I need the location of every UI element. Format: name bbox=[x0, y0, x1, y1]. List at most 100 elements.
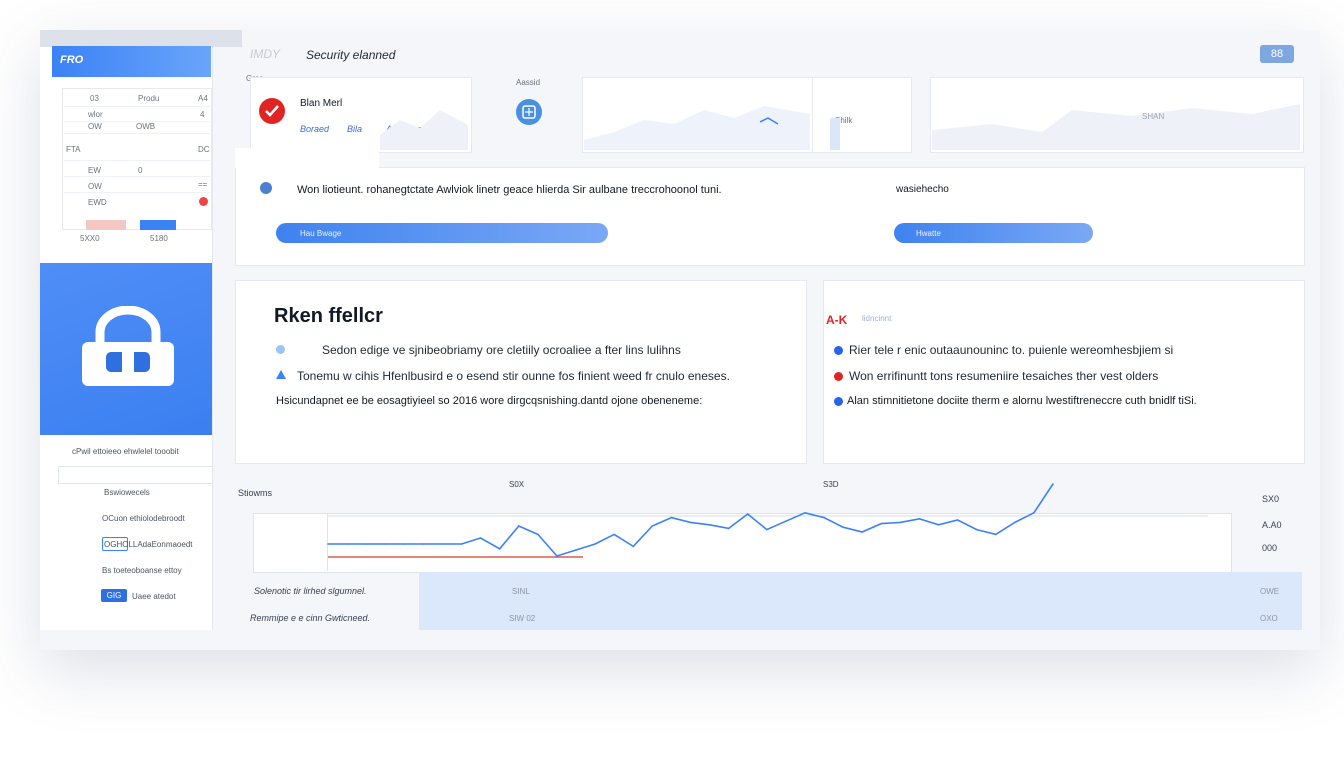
chart-point bbox=[937, 524, 940, 526]
shield-icon[interactable] bbox=[515, 98, 543, 126]
footer-row-mid: SIW 02 bbox=[509, 614, 536, 623]
table-cell: EWD bbox=[88, 198, 107, 207]
chart-point bbox=[651, 525, 654, 527]
sidebar-table bbox=[62, 88, 212, 230]
chart-point bbox=[1014, 521, 1016, 524]
alert-sub: Boraed bbox=[300, 124, 330, 134]
table-cell: OWB bbox=[136, 122, 156, 131]
chart-point bbox=[918, 518, 921, 520]
sidebar-table-header-3: A4 bbox=[198, 94, 208, 103]
secondary-action-button[interactable]: Hwatte bbox=[894, 223, 1093, 243]
table-row-divider bbox=[62, 133, 210, 134]
banner-tab[interactable] bbox=[235, 148, 379, 168]
chart-point bbox=[727, 527, 730, 530]
table-cell: OW bbox=[88, 182, 102, 191]
trend-label: SHAN bbox=[1142, 112, 1165, 121]
sidebar-table-header-1: 03 bbox=[90, 94, 99, 103]
sidebar-item[interactable]: Uaee atedot bbox=[132, 592, 176, 601]
chart-point bbox=[365, 543, 367, 545]
chart-point bbox=[956, 519, 959, 521]
footer-band bbox=[419, 572, 1302, 630]
table-cell: FTA bbox=[66, 145, 81, 154]
chart-point bbox=[498, 548, 501, 550]
table-cell: EW bbox=[88, 166, 101, 175]
sidebar-item[interactable]: Bs toeteoboanse ettoy bbox=[102, 566, 182, 575]
y-axis-label: SX0 bbox=[1262, 494, 1280, 504]
status-dot-red bbox=[199, 197, 208, 206]
sidebar-item[interactable]: OCuon ethiolodebroodt bbox=[102, 514, 185, 523]
info-icon bbox=[260, 182, 272, 194]
metric-bar bbox=[830, 118, 840, 150]
chart-point bbox=[441, 543, 444, 545]
findings-badge: A-K bbox=[826, 313, 848, 327]
header-faint-title: IMDY bbox=[250, 47, 280, 61]
chart-point bbox=[995, 533, 997, 536]
table-row-divider bbox=[62, 106, 210, 107]
center-label: Aassid bbox=[516, 78, 541, 87]
chart-point bbox=[880, 522, 883, 525]
table-cell: wlor bbox=[88, 110, 103, 119]
lock-icon bbox=[82, 306, 174, 386]
sidebar-item[interactable]: Bswiowecels bbox=[104, 488, 150, 497]
chart-point bbox=[403, 543, 406, 545]
alert-icon bbox=[259, 98, 285, 124]
list-item: Sedon edige ve sjnibeobriamy ore cletiil… bbox=[322, 343, 681, 357]
status-dot-blue bbox=[834, 397, 843, 406]
sidebar-item[interactable]: OGHOLLAdaEonmaoedt bbox=[104, 540, 193, 549]
footer-row-label: Solenotic tir lirhed slgumnel. bbox=[254, 586, 367, 596]
list-item: Tonemu w cihis Hfenlbusird e o esend sti… bbox=[297, 369, 730, 383]
banner-text: Won liotieunt. rohanegtctate Awlviok lin… bbox=[297, 184, 722, 196]
chart-point bbox=[556, 555, 558, 557]
findings-badge-sub: lidncinnt bbox=[862, 314, 892, 323]
chart-point bbox=[708, 524, 711, 526]
sidebar-footer-value: 5XX0 bbox=[80, 234, 100, 243]
chart-point bbox=[384, 543, 386, 545]
chart-point bbox=[613, 533, 615, 536]
y-axis-label: A.A0 bbox=[1262, 520, 1282, 530]
table-cell: == bbox=[198, 180, 208, 189]
sidebar-lower-heading: cPwil ettoieeo ehwlelel tooobit bbox=[72, 447, 179, 456]
profile-badge[interactable]: 88 bbox=[1260, 45, 1294, 63]
status-dot-red bbox=[834, 372, 843, 381]
chart-point bbox=[327, 543, 329, 545]
chart-point bbox=[479, 537, 482, 539]
footer-row-mid: SINL bbox=[512, 587, 530, 596]
metric-card-chart bbox=[584, 106, 810, 150]
info-banner bbox=[235, 167, 1305, 266]
chart-point bbox=[594, 543, 596, 545]
alert-sub: Bila bbox=[347, 124, 363, 134]
chart-point bbox=[537, 533, 539, 536]
chart-point bbox=[460, 543, 463, 545]
chart-point bbox=[346, 543, 348, 545]
sidebar-top-strip bbox=[40, 30, 242, 47]
banner-right-label: wasiehecho bbox=[896, 184, 949, 195]
app-logo: FRO bbox=[60, 54, 84, 66]
finding-item: Alan stimnitietone dociite therm e alorn… bbox=[847, 395, 1197, 407]
chart-point bbox=[518, 525, 520, 527]
chart-point bbox=[1033, 512, 1035, 514]
y-axis-label: 000 bbox=[1262, 543, 1278, 553]
chart-point bbox=[899, 521, 902, 524]
chart-point bbox=[785, 520, 787, 522]
finding-item: Rier tele r enic outaaunouninc to. puien… bbox=[849, 343, 1174, 357]
sidebar-search-input[interactable] bbox=[58, 466, 213, 484]
chart-point bbox=[670, 516, 673, 519]
chart-point bbox=[575, 549, 577, 551]
footer-row-right: OWE bbox=[1260, 587, 1280, 596]
chart-series-line bbox=[328, 483, 1054, 557]
footer-row-right: OXO bbox=[1260, 614, 1278, 623]
chart-point bbox=[861, 531, 863, 533]
metric-card-small[interactable] bbox=[812, 77, 912, 153]
sidebar-bar-blue bbox=[140, 220, 176, 230]
sidebar-footer-value: 5180 bbox=[150, 234, 168, 243]
table-cell: 4 bbox=[200, 110, 205, 119]
chart-point bbox=[842, 526, 844, 528]
primary-action-button[interactable]: Hau Bwage bbox=[276, 223, 608, 243]
chart-point bbox=[689, 521, 692, 524]
footer-row-label: Remmipe e e cinn Gwticneed. bbox=[250, 613, 371, 623]
table-cell: OW bbox=[88, 122, 102, 131]
table-cell: DC bbox=[198, 145, 210, 154]
sidebar-badge[interactable]: GIG bbox=[101, 589, 127, 602]
chart-point bbox=[804, 512, 806, 514]
chart-point bbox=[975, 528, 978, 531]
